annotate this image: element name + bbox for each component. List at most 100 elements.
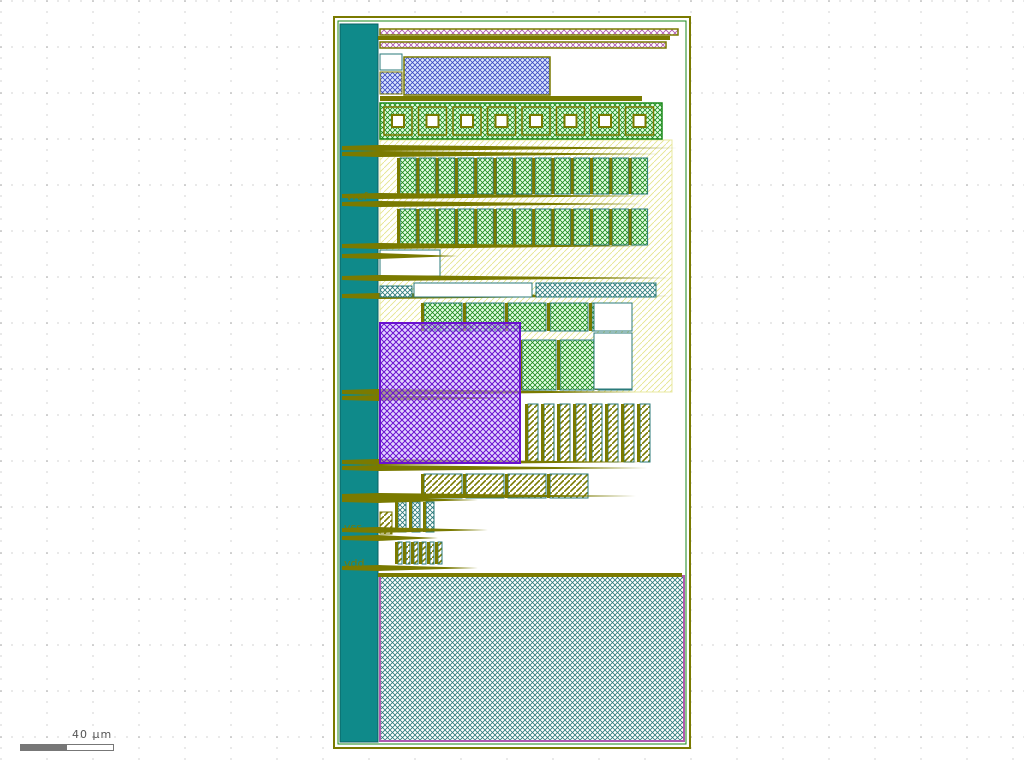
transistor-finger — [573, 208, 591, 246]
transistor-finger — [592, 157, 610, 195]
scale-bar-fill — [21, 745, 67, 750]
transistor-finger — [592, 208, 610, 246]
transistor-gate — [416, 209, 420, 245]
transistor-gate — [454, 158, 458, 194]
mid-device-right — [535, 282, 657, 298]
transistor-gate — [435, 158, 439, 194]
capacitor-cell-core — [529, 114, 543, 128]
resistor-contact — [379, 71, 403, 95]
transistor-finger — [418, 157, 436, 195]
transistor-gate — [628, 158, 632, 194]
transistor-gate — [532, 158, 536, 194]
capacitor-row — [379, 96, 663, 140]
transistor-gate — [551, 209, 555, 245]
transistor-gate — [551, 158, 555, 194]
transistor-gate — [435, 209, 439, 245]
transistor-finger — [476, 208, 494, 246]
transistor-finger — [437, 541, 443, 565]
transistor-finger — [457, 208, 475, 246]
transistor-gate — [547, 303, 550, 331]
mid-device-small — [379, 285, 413, 298]
transistor-finger — [639, 403, 651, 463]
transistor-finger — [438, 208, 456, 246]
transistor-finger — [591, 403, 603, 463]
transistor-gate — [590, 209, 593, 245]
transistor-finger — [631, 208, 649, 246]
transistor-gate — [609, 158, 613, 194]
transistor-finger — [421, 541, 427, 565]
top-route-strip-2[interactable] — [379, 41, 667, 49]
transistor-gate — [474, 209, 478, 245]
transistor-finger — [515, 157, 533, 195]
transistor-gate — [416, 158, 420, 194]
transistor-finger — [631, 157, 649, 195]
transistor-gate — [541, 404, 544, 462]
transistor-gate — [589, 404, 592, 462]
transistor-finger — [559, 339, 595, 391]
top-route-strip-1[interactable] — [379, 28, 679, 36]
transistor-finger — [405, 541, 411, 565]
transistor-finger — [438, 157, 456, 195]
transistor-finger — [575, 403, 587, 463]
transistor-gate — [605, 404, 608, 462]
resistor-block[interactable] — [403, 56, 551, 96]
transistor-finger — [553, 157, 571, 195]
transistor-gate — [397, 158, 400, 194]
side-device — [593, 332, 633, 390]
transistor-finger — [496, 208, 513, 246]
capacitor-top-metal — [380, 96, 642, 101]
net-label-vdd: vdd — [344, 557, 364, 570]
transistor-gate — [570, 158, 574, 194]
capacitor-cell-core — [425, 114, 440, 128]
bottom-cap-metal — [378, 573, 682, 577]
transistor-finger — [549, 473, 589, 499]
transistor-gate — [637, 404, 640, 462]
transistor-gate — [427, 542, 430, 564]
resistor-contact-top — [379, 53, 403, 71]
top-metal-bar — [378, 36, 670, 40]
transistor-gate — [557, 404, 560, 462]
transistor-gate — [590, 158, 593, 194]
transistor-gate — [409, 502, 412, 532]
capacitor-cell-core — [598, 114, 612, 128]
scale-bar: 40 μm — [20, 728, 114, 751]
transistor-gate — [573, 404, 576, 462]
via-array-overlay[interactable] — [379, 322, 521, 464]
transistor-finger — [411, 501, 421, 533]
transistor-gate — [435, 542, 438, 564]
transistor-finger — [425, 501, 435, 533]
scale-bar-label: 40 μm — [72, 728, 113, 741]
transistor-gate — [589, 303, 592, 331]
transistor-gate — [628, 209, 632, 245]
transistor-gate — [512, 209, 516, 245]
transistor-gate — [547, 474, 550, 498]
transistor-finger — [611, 157, 629, 195]
transistor-finger — [399, 157, 417, 195]
transistor-finger — [559, 403, 571, 463]
layout-canvas[interactable]: vref vss vdd — [0, 0, 1024, 768]
transistor-finger — [496, 157, 513, 195]
transistor-gate — [454, 209, 458, 245]
transistor-gate — [419, 542, 422, 564]
transistor-finger — [527, 403, 539, 463]
transistor-finger — [457, 157, 475, 195]
capacitor-cell-core — [460, 114, 474, 128]
transistor-finger — [418, 208, 436, 246]
transistor-finger — [507, 473, 547, 499]
transistor-finger — [476, 157, 494, 195]
capacitor-cell-core — [391, 114, 405, 128]
power-rail[interactable] — [339, 23, 379, 743]
transistor-gate — [411, 542, 414, 564]
transistor-gate — [505, 474, 508, 498]
transistor-gate — [525, 404, 528, 462]
transistor-gate — [609, 209, 613, 245]
transistor-finger — [515, 208, 533, 246]
transistor-gate — [493, 209, 497, 245]
transistor-finger — [534, 208, 552, 246]
transistor-finger — [573, 157, 591, 195]
transistor-finger — [607, 403, 619, 463]
bottom-capacitor[interactable] — [379, 575, 685, 742]
transistor-gate — [557, 340, 560, 390]
transistor-finger — [553, 208, 571, 246]
mid-device-left — [413, 282, 533, 298]
